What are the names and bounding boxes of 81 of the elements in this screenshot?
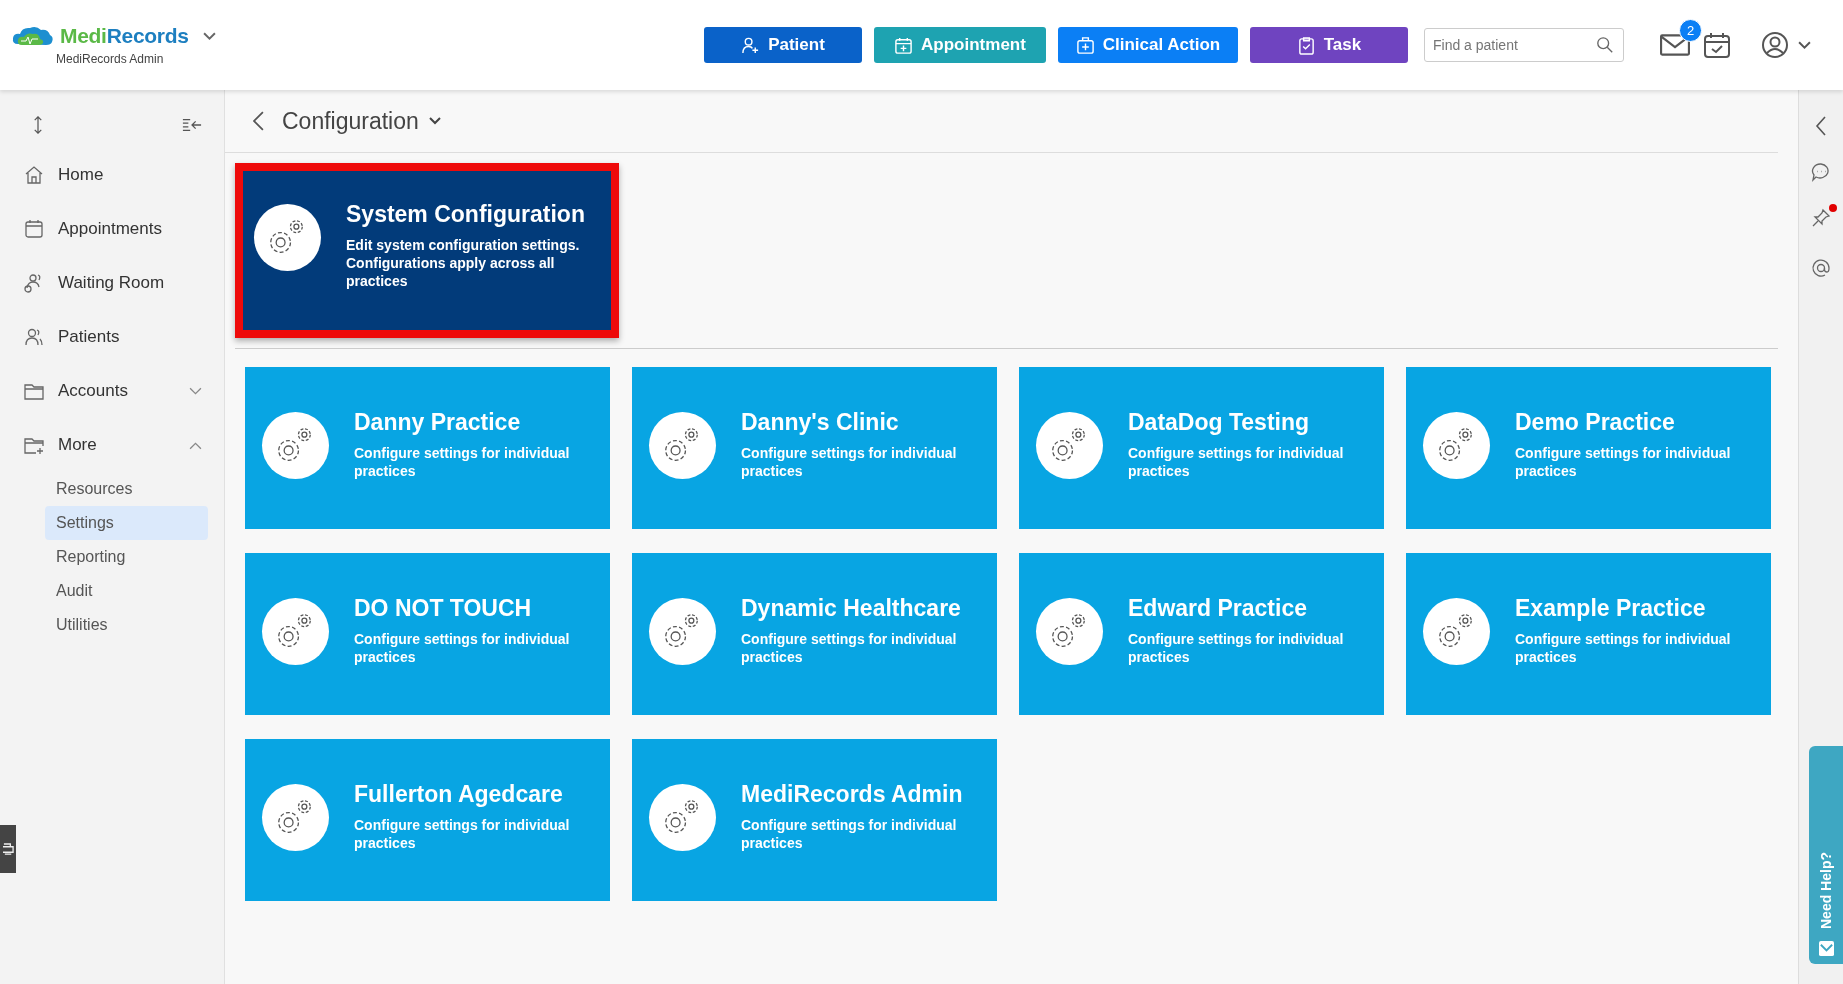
calendar-icon	[24, 219, 44, 239]
card-title: Danny's Clinic	[741, 409, 900, 436]
card-title: Fullerton Agedcare	[354, 781, 564, 808]
submenu-item[interactable]: Settings	[45, 506, 208, 540]
sidebar-label: Patients	[58, 327, 121, 347]
card-title: Danny Practice	[354, 409, 522, 436]
clinical-button[interactable]: Clinical Action	[1058, 27, 1238, 63]
pin-icon[interactable]	[1811, 208, 1831, 228]
card-description: Configure settings for individual practices	[354, 630, 571, 666]
collapse-menu-icon[interactable]	[182, 116, 202, 134]
chevron-down-icon[interactable]	[202, 31, 216, 41]
search-icon	[1596, 36, 1614, 54]
chevron-down-icon[interactable]	[428, 117, 441, 125]
cloud-logo-icon	[12, 24, 54, 48]
gears-icon	[648, 597, 717, 666]
gears-icon	[1422, 597, 1491, 666]
card-description: Edit system configuration settings. Configurations apply across all practices	[346, 236, 581, 290]
folder-icon	[24, 381, 44, 401]
system-configuration-card[interactable]: System Configuration Edit system configuration settings. Configurations apply across all practices	[235, 163, 619, 338]
card-description: Configure settings for individual practices	[741, 630, 958, 666]
chat-bubble-icon[interactable]	[1811, 162, 1831, 182]
card-title: Demo Practice	[1515, 409, 1676, 436]
add-person-icon	[741, 35, 761, 55]
sidebar-label: Accounts	[58, 381, 129, 401]
side-tab[interactable]	[0, 825, 16, 873]
card-title: Example Practice	[1515, 595, 1707, 622]
at-sign-icon[interactable]	[1811, 258, 1831, 278]
submenu-item[interactable]: Audit	[45, 574, 208, 608]
sidebar-label: Home	[58, 165, 105, 185]
sidebar-item[interactable]: More	[0, 418, 224, 472]
gears-icon	[648, 411, 717, 480]
card-description: Configure settings for individual practices	[1515, 630, 1732, 666]
home-icon	[24, 165, 44, 185]
patient-button[interactable]: Patient	[704, 27, 862, 63]
folder-plus-icon	[24, 435, 44, 455]
card-description: Configure settings for individual practices	[354, 444, 571, 480]
card-title: DO NOT TOUCH	[354, 595, 533, 622]
card-title: DataDog Testing	[1128, 409, 1311, 436]
submenu-item[interactable]: Resources	[45, 472, 208, 506]
gears-icon	[261, 597, 330, 666]
gears-icon	[261, 783, 330, 852]
sidebar-item[interactable]: Appointments	[0, 202, 224, 256]
card-description: Configure settings for individual practices	[741, 816, 958, 852]
gears-icon	[261, 411, 330, 480]
card-description: Configure settings for individual practices	[1515, 444, 1732, 480]
gears-icon	[1422, 411, 1491, 480]
user-avatar-icon[interactable]	[1760, 31, 1790, 59]
calendar-plus-icon	[894, 35, 914, 55]
clipboard-check-icon	[1296, 35, 1316, 55]
sidebar-item[interactable]: Waiting Room	[0, 256, 224, 310]
card-description: Configure settings for individual practices	[1128, 630, 1345, 666]
sidebar-item[interactable]: Accounts	[0, 364, 224, 418]
notification-badge: 2	[1679, 19, 1702, 42]
sidebar-label: Appointments	[58, 219, 163, 239]
submenu-item[interactable]: Reporting	[45, 540, 208, 574]
organization-name: MediRecords Admin	[56, 52, 165, 66]
card-title: MediRecords Admin	[741, 781, 964, 808]
card-description: Configure settings for individual practices	[741, 444, 958, 480]
card-title: Edward Practice	[1128, 595, 1308, 622]
card-title: Dynamic Healthcare	[741, 595, 962, 622]
search-field[interactable]: Find a patient	[1424, 28, 1624, 62]
sidebar-label: More	[58, 435, 98, 455]
logo-text: MediRecords	[60, 24, 189, 48]
calendar-check-icon[interactable]	[1702, 31, 1732, 59]
sidebar-label: Waiting Room	[58, 273, 166, 293]
patients-icon	[24, 327, 44, 347]
medical-kit-icon	[1075, 35, 1095, 55]
card-title: System Configuration	[346, 201, 586, 228]
task-button[interactable]: Task	[1250, 27, 1408, 63]
chevron-up-icon[interactable]	[189, 440, 202, 450]
gears-icon	[1035, 597, 1104, 666]
sidebar-item[interactable]: Home	[0, 148, 224, 202]
submenu-item[interactable]: Utilities	[45, 608, 208, 642]
gears-icon	[648, 783, 717, 852]
chevron-down-icon[interactable]	[1798, 40, 1811, 50]
card-description: Configure settings for individual practices	[354, 816, 571, 852]
page-title[interactable]: Configuration	[282, 107, 419, 135]
gears-icon	[1035, 411, 1104, 480]
gears-icon	[253, 203, 322, 272]
card-description: Configure settings for individual practices	[1128, 444, 1345, 480]
sidebar-item[interactable]: Patients	[0, 310, 224, 364]
